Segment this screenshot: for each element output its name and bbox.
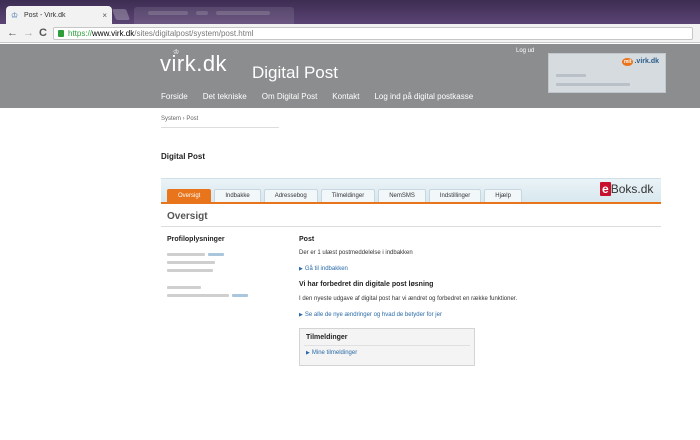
improvement-heading: Vi har forbedret din digitale post løsni… bbox=[299, 281, 434, 288]
tab-nemsms[interactable]: NemSMS bbox=[378, 189, 426, 202]
url-path: /sites/digitalpost/system/post.html bbox=[134, 29, 254, 38]
logout-link[interactable]: Log ud bbox=[516, 48, 534, 54]
virk-favicon-icon: ♔ bbox=[11, 10, 19, 20]
blurred-tab-text bbox=[148, 11, 188, 15]
blurred-profile-line bbox=[167, 261, 215, 264]
blurred-profile-link[interactable] bbox=[232, 294, 248, 297]
nav-log-ind[interactable]: Log ind på digital postkasse bbox=[374, 92, 473, 101]
blurred-profile-line bbox=[167, 269, 213, 272]
inbox-link[interactable]: ▶ Gå til indbakken bbox=[299, 266, 348, 272]
tab-adressebog[interactable]: Adressebog bbox=[263, 189, 318, 202]
browser-tab-blurred[interactable] bbox=[134, 7, 294, 24]
url-host: www.virk.dk bbox=[92, 29, 135, 38]
subscriptions-divider bbox=[304, 345, 470, 346]
user-login-box: mit .virk.dk bbox=[548, 53, 666, 93]
nav-om-digital-post[interactable]: Om Digital Post bbox=[262, 92, 318, 101]
forward-icon[interactable]: → bbox=[23, 27, 34, 40]
changes-link[interactable]: ▶ Se alle de nye ændringer og hvad de bet… bbox=[299, 312, 442, 318]
post-heading: Post bbox=[299, 236, 315, 243]
browser-tab-title: Post - Virk.dk bbox=[24, 11, 66, 19]
my-subscriptions-link[interactable]: ▶ Mine tilmeldinger bbox=[306, 350, 357, 356]
blurred-profile-line bbox=[167, 253, 205, 256]
blurred-profile-line bbox=[167, 286, 201, 289]
nav-kontakt[interactable]: Kontakt bbox=[332, 92, 359, 101]
arrow-right-icon: ▶ bbox=[299, 266, 303, 272]
lock-icon bbox=[58, 30, 64, 37]
eboks-logo: e Boks.dk bbox=[600, 182, 654, 196]
arrow-right-icon: ▶ bbox=[299, 312, 303, 318]
blurred-user-name bbox=[556, 74, 586, 77]
profile-heading: Profiloplysninger bbox=[167, 236, 225, 243]
reload-icon[interactable]: C bbox=[39, 27, 47, 40]
blurred-tab-text bbox=[216, 11, 270, 15]
close-tab-icon[interactable]: × bbox=[102, 11, 107, 20]
back-icon[interactable]: ← bbox=[7, 27, 18, 40]
subscriptions-heading: Tilmeldinger bbox=[306, 334, 348, 341]
blurred-profile-line bbox=[167, 294, 229, 297]
blurred-tab-text bbox=[196, 11, 208, 15]
tab-hjaelp[interactable]: Hjælp bbox=[484, 189, 522, 202]
nav-det-tekniske[interactable]: Det tekniske bbox=[203, 92, 247, 101]
tab-underline bbox=[161, 202, 661, 204]
tab-oversigt[interactable]: Oversigt bbox=[167, 189, 212, 202]
tab-tilmeldinger[interactable]: Tilmeldinger bbox=[320, 189, 376, 202]
breadcrumb[interactable]: System › Post bbox=[161, 116, 198, 122]
tab-indstillinger[interactable]: Indstillinger bbox=[428, 189, 482, 202]
blurred-profile-link[interactable] bbox=[208, 253, 224, 256]
page-title: Digital Post bbox=[161, 152, 206, 161]
browser-tab[interactable]: ♔ Post - Virk.dk × bbox=[6, 6, 112, 24]
mitvirk-logo: mit .virk.dk bbox=[621, 58, 659, 66]
arrow-right-icon: ▶ bbox=[306, 350, 310, 356]
tab-indbakke[interactable]: Indbakke bbox=[214, 189, 261, 202]
breadcrumb-divider bbox=[161, 127, 279, 128]
improvement-text: I den nyeste udgave af digital post har … bbox=[299, 296, 518, 302]
url-scheme: https:// bbox=[68, 29, 93, 38]
section-tabs: Oversigt Indbakke Adressebog Tilmeldinge… bbox=[167, 189, 522, 202]
nav-forside[interactable]: Forside bbox=[161, 92, 188, 101]
section-title: Oversigt bbox=[167, 211, 208, 222]
unread-message-text: Der er 1 ulæst postmeddelelse i indbakke… bbox=[299, 250, 413, 256]
blurred-user-info bbox=[556, 83, 630, 86]
address-bar[interactable]: https:// www.virk.dk /sites/digitalpost/… bbox=[53, 27, 693, 40]
main-navigation: Forside Det tekniske Om Digital Post Kon… bbox=[161, 92, 473, 101]
section-divider bbox=[161, 226, 661, 227]
site-title: Digital Post bbox=[252, 63, 338, 82]
virk-logo[interactable]: virk.dk bbox=[160, 51, 227, 77]
